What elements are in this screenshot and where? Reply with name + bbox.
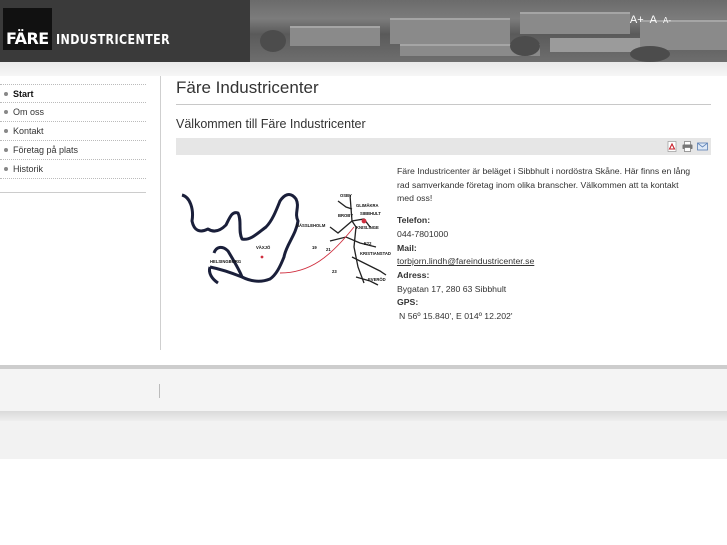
email-link[interactable]: torbjorn.lindh@fareindustricenter.se bbox=[397, 256, 534, 266]
bullet-icon bbox=[4, 148, 8, 152]
map-label-helsingborg: HELSINGBORG bbox=[210, 259, 241, 264]
phone-label: Telefon: bbox=[397, 215, 431, 226]
map-label-21: 21 bbox=[326, 247, 331, 252]
map-label-e22: E22 bbox=[364, 241, 372, 246]
map-label-knislinge: KNISLINGE bbox=[356, 225, 379, 230]
footer-divider bbox=[159, 384, 160, 398]
sidebar-item-kontakt[interactable]: Kontakt bbox=[0, 122, 146, 141]
map-label-19: 19 bbox=[312, 245, 317, 250]
sidebar-item-label: Kontakt bbox=[13, 126, 44, 136]
sidebar-nav: Start Om oss Kontakt Företag på plats Hi… bbox=[0, 84, 146, 179]
sibbhult-marker bbox=[361, 218, 367, 224]
map-label-sibbhult: SIBBHULT bbox=[360, 211, 381, 216]
intro-text: Färe Industricenter är beläget i Sibbhul… bbox=[397, 166, 691, 204]
sidebar-item-om-oss[interactable]: Om oss bbox=[0, 103, 146, 122]
sidebar-item-label: Start bbox=[13, 88, 34, 99]
article-title: Välkommen till Färe Industricenter bbox=[176, 117, 366, 131]
map-label-23: 23 bbox=[332, 269, 337, 274]
column-divider bbox=[160, 76, 161, 350]
sidebar-item-foretag[interactable]: Företag på plats bbox=[0, 141, 146, 160]
map-label-glimakra: GLIMÅKRA bbox=[356, 203, 379, 208]
footer-bottom bbox=[0, 421, 727, 459]
site-logo[interactable]: FÄRE INDUSTRICENTER bbox=[3, 8, 190, 50]
logo-mark: FÄRE bbox=[3, 8, 52, 50]
map-label-everod: EVERÖD bbox=[368, 277, 386, 282]
font-size-controls: A+ A A- bbox=[630, 14, 671, 26]
coastline bbox=[181, 193, 300, 285]
logo-text: INDUSTRICENTER bbox=[55, 32, 170, 48]
vaxjo-marker bbox=[260, 255, 264, 259]
address-label: Adress: bbox=[397, 269, 430, 280]
sidebar-item-label: Företag på plats bbox=[13, 145, 79, 155]
title-divider bbox=[176, 104, 711, 105]
map-label-osby: OSBY bbox=[340, 193, 352, 198]
mail-label: Mail: bbox=[397, 242, 417, 253]
header-shadow-strip bbox=[0, 62, 727, 76]
font-decrease-button[interactable]: A- bbox=[663, 16, 671, 25]
footer bbox=[0, 369, 727, 411]
gps-label: GPS: bbox=[397, 297, 419, 308]
sidebar-divider bbox=[0, 192, 146, 193]
font-increase-button[interactable]: A+ bbox=[630, 14, 644, 26]
footer-shadow bbox=[0, 411, 727, 421]
bullet-icon bbox=[4, 129, 8, 133]
bullet-icon bbox=[4, 167, 8, 171]
header-photo bbox=[250, 0, 727, 62]
map-label-hassleholm: HÄSSLEHOLM bbox=[296, 223, 326, 228]
map-label-vaxjo: VÄXJÖ bbox=[256, 245, 271, 250]
page-title: Färe Industricenter bbox=[176, 78, 319, 97]
map-label-kristianstad: KRISTIANSTAD bbox=[360, 251, 391, 256]
main-content: Färe Industricenter Välkommen till Färe … bbox=[176, 76, 711, 324]
phone-number: 044-7801000 bbox=[397, 228, 449, 239]
sidebar-item-start[interactable]: Start bbox=[0, 84, 146, 103]
email-icon[interactable] bbox=[697, 141, 708, 152]
article-toolbar bbox=[176, 138, 711, 155]
font-normal-button[interactable]: A bbox=[650, 14, 657, 26]
bullet-icon bbox=[4, 91, 8, 96]
map-label-broby: BROBY bbox=[338, 213, 353, 218]
location-map: OSBY GLIMÅKRA BROBY SIBBHULT HÄSSLEHOLM … bbox=[181, 193, 391, 286]
gps-coordinates: N 56º 15.840', E 014º 12.202' bbox=[399, 311, 513, 322]
print-icon[interactable] bbox=[682, 141, 693, 152]
bullet-icon bbox=[4, 110, 8, 114]
header: FÄRE INDUSTRICENTER A+ A A- bbox=[0, 0, 727, 62]
roads bbox=[329, 194, 387, 286]
contact-info: Färe Industricenter är beläget i Sibbhul… bbox=[397, 165, 697, 324]
sidebar-item-historik[interactable]: Historik bbox=[0, 160, 146, 179]
sidebar-item-label: Historik bbox=[13, 164, 44, 174]
sidebar-item-label: Om oss bbox=[13, 107, 45, 117]
pdf-icon[interactable] bbox=[667, 141, 678, 152]
route-line bbox=[279, 226, 355, 274]
article-body: OSBY GLIMÅKRA BROBY SIBBHULT HÄSSLEHOLM … bbox=[176, 165, 711, 324]
address: Bygatan 17, 280 63 Sibbhult bbox=[397, 283, 507, 294]
